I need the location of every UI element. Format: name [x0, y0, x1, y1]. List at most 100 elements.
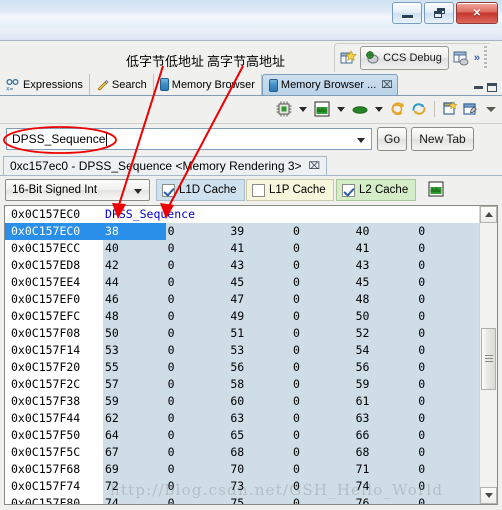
memory-cell[interactable]: 70 — [228, 461, 291, 478]
memory-cell[interactable]: 0 — [290, 257, 354, 274]
memory-cell[interactable]: 47 — [228, 291, 291, 308]
memory-table-row[interactable]: 0x0C157F38 59 0 60 0 61 0 — [5, 393, 479, 410]
memory-cell[interactable]: 53 — [228, 342, 291, 359]
memory-cell[interactable]: 73 — [228, 478, 291, 495]
memory-cell[interactable]: 0 — [290, 274, 354, 291]
memory-table-row[interactable]: 0x0C157F5C 67 0 68 0 68 0 — [5, 444, 479, 461]
memory-cell[interactable]: 0 — [416, 461, 479, 478]
memory-table-row[interactable]: 0x0C157EFC 48 0 49 0 50 0 — [5, 308, 479, 325]
memory-cell[interactable]: 76 — [353, 495, 417, 504]
memory-cell[interactable]: 44 — [103, 274, 166, 291]
memory-cell[interactable]: 0 — [165, 376, 229, 393]
rendering-tab[interactable]: 0xc157ec0 - DPSS_Sequence <Memory Render… — [3, 156, 328, 175]
memory-cell[interactable]: 43 — [353, 257, 417, 274]
memory-cell[interactable]: 0 — [290, 325, 354, 342]
memory-cell[interactable]: 68 — [228, 444, 291, 461]
memory-cell[interactable]: 0 — [290, 359, 354, 376]
memory-cell[interactable]: 45 — [228, 274, 291, 291]
memory-cell[interactable]: 0 — [290, 410, 354, 427]
new-tab-button[interactable]: New Tab — [411, 127, 474, 151]
chevron-down-icon[interactable] — [357, 138, 365, 143]
tab-expressions[interactable]: x= Expressions — [0, 74, 90, 95]
memory-cell[interactable]: 0 — [165, 342, 229, 359]
memory-cell[interactable]: 0 — [416, 342, 479, 359]
memory-cell[interactable]: 55 — [103, 359, 166, 376]
memory-cell[interactable]: 67 — [103, 444, 166, 461]
memory-cell[interactable]: 0 — [290, 342, 354, 359]
new-perspective-icon[interactable] — [339, 49, 357, 67]
memory-cell[interactable]: 50 — [103, 325, 166, 342]
memory-cell[interactable]: 63 — [228, 410, 291, 427]
memory-cell[interactable]: 0 — [290, 427, 354, 444]
memory-cell[interactable]: 0 — [416, 359, 479, 376]
memory-cell[interactable]: 72 — [103, 478, 166, 495]
memory-cell[interactable]: 0 — [416, 410, 479, 427]
memory-cell[interactable]: 0 — [416, 257, 479, 274]
tab-memory-browser[interactable]: Memory Browser — [154, 74, 262, 95]
close-button[interactable]: ✕ — [456, 2, 498, 24]
checkbox-l1d-cache[interactable]: L1D Cache — [156, 179, 245, 201]
memory-cell[interactable]: 68 — [353, 444, 417, 461]
dropdown-arrow-icon[interactable] — [299, 106, 307, 112]
memory-cell[interactable]: 0 — [165, 325, 229, 342]
processor-icon[interactable] — [275, 100, 293, 118]
memory-cell[interactable]: 0 — [416, 495, 479, 504]
memory-cell[interactable]: 46 — [103, 291, 166, 308]
memory-cell[interactable]: 0 — [165, 359, 229, 376]
memory-cell[interactable]: 40 — [103, 240, 166, 257]
memory-cell[interactable]: 0 — [416, 240, 479, 257]
memory-cell[interactable]: 75 — [228, 495, 291, 504]
memory-cell[interactable]: 50 — [353, 308, 417, 325]
memory-cell[interactable]: 64 — [103, 427, 166, 444]
memory-cell[interactable]: 56 — [353, 359, 417, 376]
memory-map-icon[interactable] — [313, 100, 331, 118]
minimize-button[interactable] — [392, 2, 422, 24]
memory-cell[interactable]: 0 — [290, 461, 354, 478]
memory-cell[interactable]: 74 — [353, 478, 417, 495]
memory-cell[interactable]: 0 — [290, 291, 354, 308]
memory-cell[interactable]: 0 — [165, 291, 229, 308]
memory-table-row[interactable]: 0x0C157EC0 38 0 39 0 40 0 — [5, 223, 479, 240]
memory-table-row[interactable]: 0x0C157F14 53 0 53 0 54 0 — [5, 342, 479, 359]
memory-cell[interactable]: 0 — [290, 444, 354, 461]
memory-cell[interactable]: 56 — [228, 359, 291, 376]
memory-cell[interactable]: 74 — [103, 495, 166, 504]
memory-cell[interactable]: 0 — [416, 376, 479, 393]
dropdown-arrow-icon[interactable] — [375, 106, 383, 112]
new-rendering-icon[interactable] — [462, 100, 480, 118]
restore-button[interactable] — [424, 2, 454, 24]
memory-cell[interactable]: 0 — [416, 291, 479, 308]
memory-table-row[interactable]: 0x0C157EF0 46 0 47 0 48 0 — [5, 291, 479, 308]
scroll-up-button[interactable] — [480, 206, 497, 223]
memory-cell[interactable]: 42 — [103, 257, 166, 274]
memory-cell[interactable]: 0 — [165, 257, 229, 274]
memory-cell[interactable]: 41 — [228, 240, 291, 257]
memory-cell[interactable]: 43 — [228, 257, 291, 274]
memory-cell[interactable]: 0 — [290, 495, 354, 504]
memory-table-row[interactable]: 0x0C157F74 72 0 73 0 74 0 — [5, 478, 479, 495]
memory-cell[interactable]: 0 — [165, 274, 229, 291]
view-menu-icon[interactable] — [486, 106, 496, 112]
memory-table-row[interactable]: 0x0C157ECC 40 0 41 0 41 0 — [5, 240, 479, 257]
scrollbar-thumb[interactable] — [481, 328, 496, 390]
memory-table-row[interactable]: 0x0C157F20 55 0 56 0 56 0 — [5, 359, 479, 376]
memory-table-row[interactable]: 0x0C157F2C 57 0 58 0 59 0 — [5, 376, 479, 393]
memory-cell[interactable]: 0 — [165, 223, 229, 240]
new-tab-icon[interactable] — [441, 100, 459, 118]
memory-cell[interactable]: 0 — [165, 427, 229, 444]
maximize-view-icon[interactable] — [487, 83, 497, 92]
tab-search[interactable]: Search — [90, 74, 154, 95]
go-button[interactable]: Go — [377, 127, 407, 151]
open-perspective-icon[interactable] — [452, 49, 470, 67]
memory-cell[interactable]: 69 — [103, 461, 166, 478]
address-input[interactable]: DPSS_Sequence — [6, 128, 372, 150]
memory-table-row[interactable]: 0x0C157F68 69 0 70 0 71 0 — [5, 461, 479, 478]
refresh-icon[interactable] — [389, 100, 407, 118]
memory-cell[interactable]: 62 — [103, 410, 166, 427]
format-select[interactable]: 16-Bit Signed Int — [5, 179, 150, 201]
memory-cell[interactable]: 59 — [103, 393, 166, 410]
toolbar-drag-handle[interactable] — [484, 46, 487, 70]
memory-cell[interactable]: 0 — [416, 223, 479, 240]
memory-table-row[interactable]: 0x0C157F44 62 0 63 0 63 0 — [5, 410, 479, 427]
memory-cell[interactable]: 0 — [416, 393, 479, 410]
